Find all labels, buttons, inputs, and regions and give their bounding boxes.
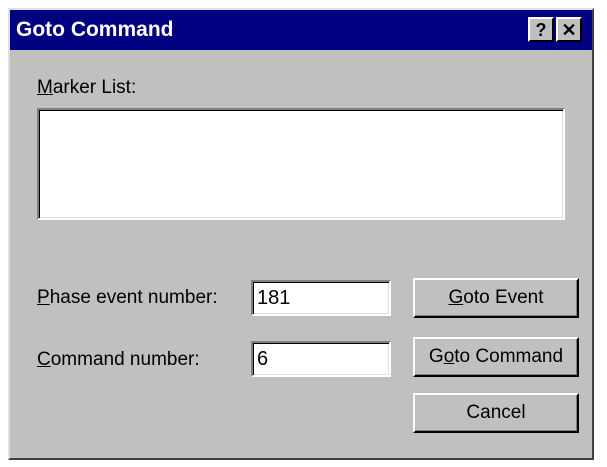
title-bar[interactable]: Goto Command ? ✕ xyxy=(10,10,592,50)
close-icon: ✕ xyxy=(561,19,577,40)
marker-list-label: Marker List: xyxy=(37,77,137,98)
help-button[interactable]: ? xyxy=(528,17,554,42)
goto-command-button[interactable]: Goto Command xyxy=(413,337,579,377)
close-button[interactable]: ✕ xyxy=(556,17,582,42)
phase-event-number-input[interactable] xyxy=(251,280,391,316)
marker-list[interactable] xyxy=(37,108,565,220)
window-title: Goto Command xyxy=(16,18,174,41)
goto-command-dialog: Goto Command ? ✕ Marker List: Phase even… xyxy=(8,8,594,460)
command-number-input[interactable] xyxy=(251,341,391,377)
goto-event-button[interactable]: Goto Event xyxy=(413,278,579,318)
phase-event-label: Phase event number: xyxy=(37,287,218,308)
cancel-button[interactable]: Cancel xyxy=(413,393,579,433)
command-number-label: Command number: xyxy=(37,349,200,370)
help-icon: ? xyxy=(535,19,547,40)
